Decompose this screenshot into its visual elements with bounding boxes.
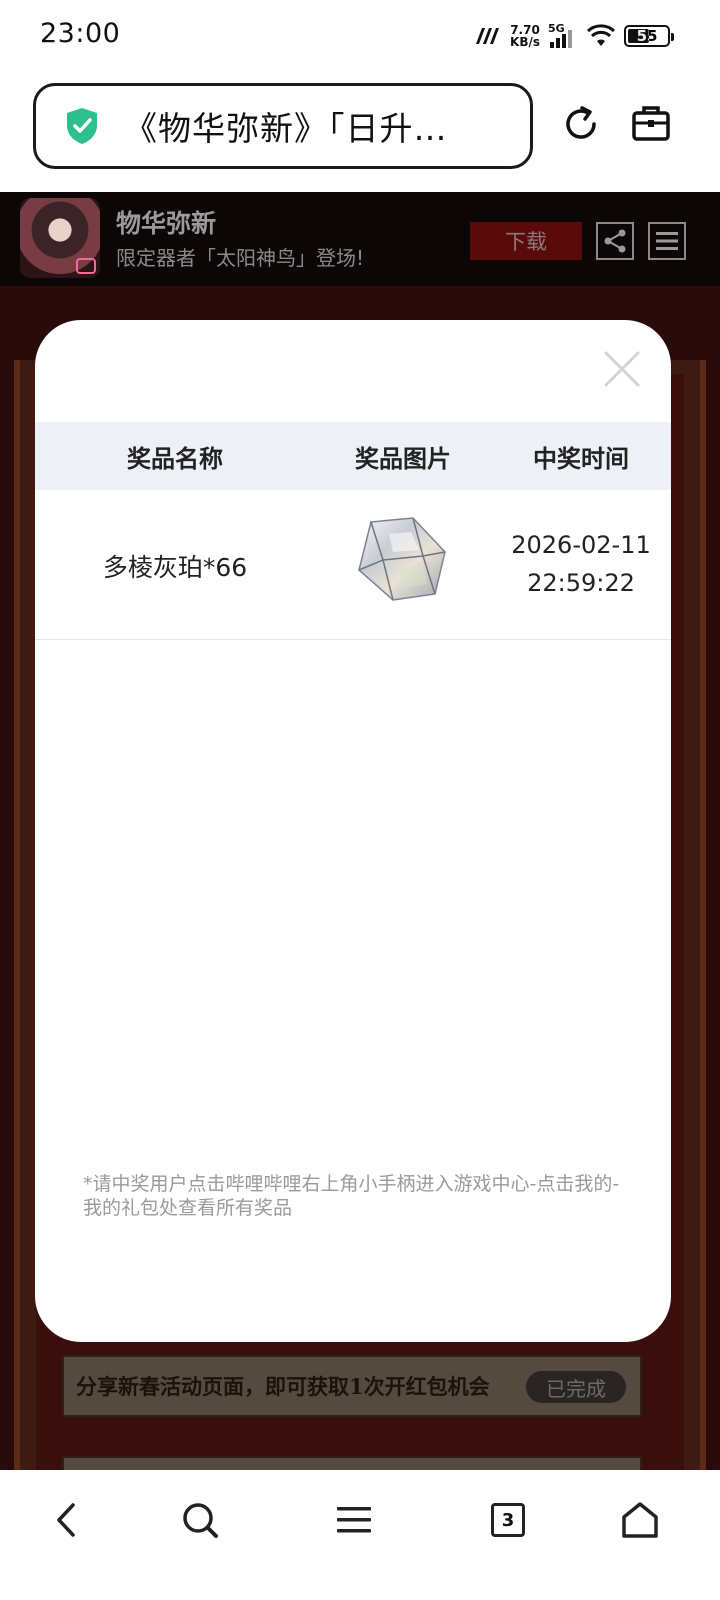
menu-icon [656,232,678,250]
win-clock: 22:59:22 [527,569,635,597]
game-title: 物华弥新 [116,209,217,238]
status-icons: 7.70 KB/s 5G 55 [472,20,674,52]
toolbox-button[interactable] [627,100,675,148]
tabs-button[interactable]: 3 [486,1498,530,1542]
shield-check-icon [67,108,97,144]
table-row: 多棱灰珀*66 2026-02-11 22:59:22 [35,490,671,640]
header-prize-image: 奖品图片 [355,444,451,473]
share-icon [604,229,626,253]
search-button[interactable] [178,1498,222,1542]
menu-nav-button[interactable] [332,1498,376,1542]
game-avatar[interactable] [20,198,100,278]
status-time: 23:00 [40,18,121,49]
share-task-text: 分享新春活动页面，即可获取1次开红包机会 [76,1374,490,1399]
game-subtitle: 限定器者「太阳神鸟」登场! [116,246,365,270]
share-task-status: 已完成 [526,1371,626,1403]
address-bar[interactable]: 《物华弥新》「日升… [33,83,533,169]
wifi-icon [586,24,616,46]
crystal-cube-icon [358,517,446,601]
battery-icon: 55 [624,25,674,47]
back-icon [57,1503,75,1537]
close-icon[interactable] [603,350,641,388]
net-speed-unit: KB/s [510,35,540,49]
data-saver-icon [476,28,500,44]
share-task-card: 分享新春活动页面，即可获取1次开红包机会 已完成 [62,1355,642,1417]
share-button[interactable] [596,222,634,260]
menu-icon [337,1507,371,1533]
battery-level: 55 [636,27,658,45]
prize-note: *请中奖用户点击哔哩哔哩右上角小手柄进入游戏中心-点击我的-我的礼包处查看所有奖… [83,1173,620,1219]
cellular-signal-icon: 5G [548,22,578,50]
home-icon [622,1502,658,1538]
prize-table-header: 奖品名称 奖品图片 中奖时间 [35,422,671,490]
prize-record-modal: 奖品名称 奖品图片 中奖时间 多棱灰珀*66 2026-02-11 22:59:… [35,320,671,1342]
prize-name: 多棱灰珀*66 [102,553,248,582]
tv-badge-icon [76,258,96,274]
back-button[interactable] [44,1498,88,1542]
header-win-time: 中奖时间 [533,444,629,473]
search-icon [183,1503,218,1538]
win-time: 2026-02-11 22:59:22 [501,526,661,602]
refresh-icon [566,106,596,139]
url-title: 《物华弥新》「日升… [124,109,448,148]
tabs-count: 3 [491,1503,525,1537]
toolbox-icon [632,106,670,141]
refresh-button[interactable] [557,100,605,148]
home-button[interactable] [618,1498,662,1542]
header-prize-name: 奖品名称 [127,444,223,473]
menu-button[interactable] [648,222,686,260]
download-button[interactable]: 下载 [470,222,582,260]
bottom-navigation: 3 [0,1470,720,1600]
win-date: 2026-02-11 [511,531,651,559]
net-speed: 7.70 KB/s [510,24,540,48]
status-bar: 23:00 7.70 KB/s 5G 55 [0,0,720,72]
